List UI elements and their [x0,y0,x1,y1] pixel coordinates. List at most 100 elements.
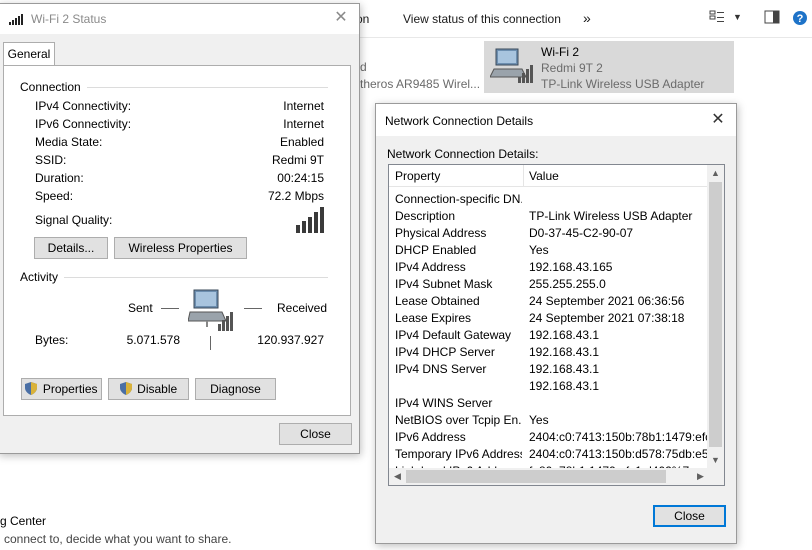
close-button[interactable]: Close [279,423,352,445]
property-cell: Physical Address [395,226,487,240]
details-list[interactable]: Property Value Connection-specific DN...… [388,164,725,486]
partial-adapter-desc: theros AR9485 Wirel... [360,77,481,91]
signal-bars-icon [9,13,27,28]
list-item[interactable]: IPv4 DNS Server 192.168.43.1 [389,361,709,378]
view-status-button[interactable]: View status of this connection [403,12,561,26]
media-state-value: Enabled [279,135,324,149]
details-button[interactable]: Details... [34,237,108,259]
list-item[interactable]: NetBIOS over Tcpip En... Yes [389,412,709,429]
dialog-title: Wi-Fi 2 Status [31,12,107,26]
help-icon[interactable]: ? [792,10,808,29]
list-header: Property Value [389,165,709,187]
received-line [244,308,262,309]
bytes-sent-value: 5.071.578 [126,333,180,347]
duration-label: Duration: [35,171,84,185]
disable-button-label: Disable [137,382,178,396]
change-view-icon[interactable] [709,10,725,27]
horizontal-scrollbar[interactable]: ◀ ▶ [389,468,709,485]
properties-button[interactable]: Properties [21,378,102,400]
more-commands-button[interactable]: » [583,10,591,26]
ssid-value: Redmi 9T [271,153,324,167]
value-cell: 192.168.43.165 [529,260,613,274]
list-item[interactable]: IPv4 WINS Server [389,395,709,412]
signal-quality-icon [296,207,326,236]
close-button[interactable]: Close [653,505,726,527]
property-cell: Lease Obtained [395,294,480,308]
footer-partial-title: g Center [0,514,47,528]
diagnose-button[interactable]: Diagnose [195,378,276,400]
vertical-scrollbar[interactable]: ▲ ▼ [707,165,724,469]
wifi-2-connection-tile[interactable]: Wi-Fi 2 Redmi 9T 2 TP-Link Wireless USB … [484,41,734,93]
list-item[interactable]: DHCP Enabled Yes [389,242,709,259]
details-list-label: Network Connection Details: [387,147,539,161]
list-item[interactable]: IPv6 Address 2404:c0:7413:150b:78b1:1479:… [389,429,709,446]
title-bar[interactable]: Network Connection Details ✕ [376,104,736,136]
scrollbar-corner [707,468,724,485]
properties-button-label: Properties [42,382,98,396]
property-cell: IPv4 DNS Server [395,362,487,376]
uac-shield-icon [119,382,135,398]
speed-value: 72.2 Mbps [267,189,324,203]
sent-label: Sent [128,301,153,315]
scroll-down-icon[interactable]: ▼ [707,452,724,469]
value-cell: TP-Link Wireless USB Adapter [529,209,693,223]
value-cell: 24 September 2021 06:36:56 [529,294,685,308]
property-cell: Description [395,209,456,223]
property-cell: Temporary IPv6 Address [395,447,522,461]
value-cell: 192.168.43.1 [529,345,600,359]
list-item[interactable]: Description TP-Link Wireless USB Adapter [389,208,709,225]
list-item[interactable]: Lease Obtained 24 September 2021 06:36:56 [389,293,709,310]
list-item[interactable]: IPv4 Address 192.168.43.165 [389,259,709,276]
wireless-properties-button[interactable]: Wireless Properties [114,237,247,259]
property-cell: Lease Expires [395,311,472,325]
list-item[interactable]: Physical Address D0-37-45-C2-90-07 [389,225,709,242]
horizontal-scroll-thumb[interactable] [406,470,666,483]
svg-text:?: ? [797,13,804,25]
group-divider [64,277,328,278]
disable-button[interactable]: Disable [108,378,189,400]
property-cell: IPv4 DHCP Server [395,345,495,359]
column-separator[interactable] [523,165,524,187]
ipv6-connectivity-label: IPv6 Connectivity: [35,117,132,131]
column-header-value[interactable]: Value [529,169,559,183]
list-item[interactable]: 192.168.43.1 [389,378,709,395]
value-cell: 192.168.43.1 [529,379,600,393]
preview-pane-icon[interactable] [764,10,780,27]
property-cell: IPv6 Address [395,430,466,444]
ipv4-connectivity-value: Internet [283,99,324,113]
property-cell: IPv4 Subnet Mask [395,277,493,291]
list-item[interactable]: IPv4 DHCP Server 192.168.43.1 [389,344,709,361]
close-icon[interactable]: ✕ [704,109,732,131]
value-cell: Yes [529,413,549,427]
list-item[interactable]: Temporary IPv6 Address 2404:c0:7413:150b:… [389,446,709,463]
ipv4-connectivity-label: IPv4 Connectivity: [35,99,132,113]
value-cell: Yes [529,243,549,257]
list-item[interactable]: IPv4 Subnet Mask 255.255.255.0 [389,276,709,293]
speed-label: Speed: [35,189,74,203]
list-item[interactable]: IPv4 Default Gateway 192.168.43.1 [389,327,709,344]
partial-adapter-name: d [360,60,367,74]
network-computer-icon [187,288,238,337]
connection-adapter: TP-Link Wireless USB Adapter [541,77,705,91]
connection-ssid: Redmi 9T 2 [541,61,603,75]
network-computer-icon [489,47,534,87]
close-icon[interactable]: ✕ [327,7,355,29]
bytes-label: Bytes: [35,333,69,347]
view-options-dropdown-icon[interactable]: ▼ [733,12,742,22]
property-cell: NetBIOS over Tcpip En... [395,413,522,427]
scroll-up-icon[interactable]: ▲ [707,165,724,182]
vertical-scroll-thumb[interactable] [709,182,722,447]
connection-details-dialog: Network Connection Details ✕ Network Con… [375,103,737,544]
value-cell: 192.168.43.1 [529,328,600,342]
tab-general[interactable]: General [3,42,55,66]
list-item[interactable]: Lease Expires 24 September 2021 07:38:18 [389,310,709,327]
list-item[interactable]: Connection-specific DN... [389,191,709,208]
property-cell: Connection-specific DN... [395,192,522,206]
uac-shield-icon [25,382,40,398]
ipv6-connectivity-value: Internet [283,117,324,131]
media-state-label: Media State: [35,135,103,149]
scroll-left-icon[interactable]: ◀ [389,468,406,485]
property-cell: IPv4 Address [395,260,466,274]
column-header-property[interactable]: Property [395,169,440,183]
title-bar[interactable]: Wi-Fi 2 Status ✕ [0,4,359,34]
